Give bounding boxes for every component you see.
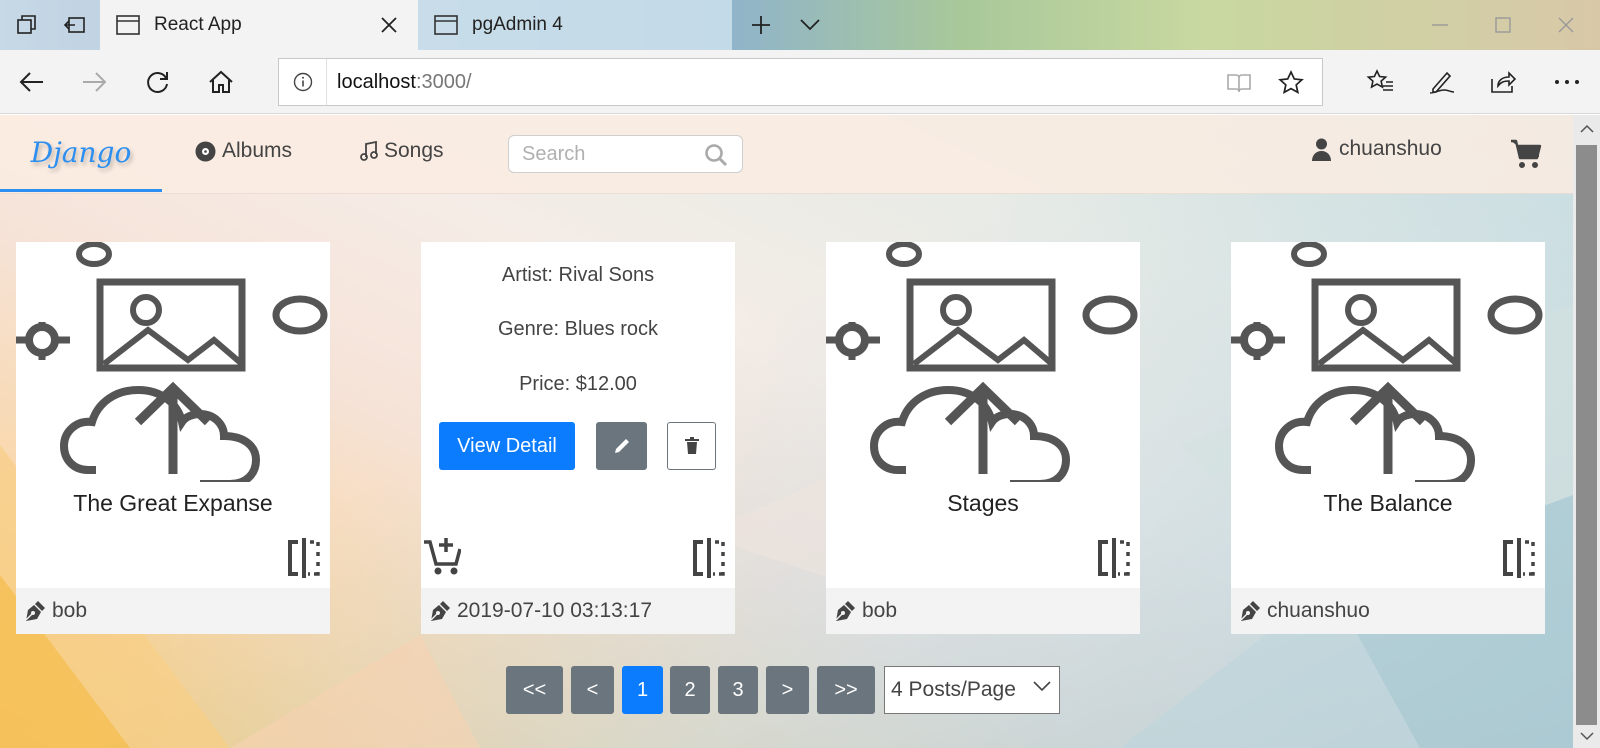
nav-songs-label: Songs: [384, 139, 444, 162]
pen-nib-icon: [1239, 600, 1261, 622]
nav-albums[interactable]: Albums: [195, 139, 292, 163]
search-box: [508, 135, 743, 173]
brand-logo[interactable]: Django: [0, 115, 162, 192]
brand-text: Django: [30, 135, 132, 169]
compare-icon[interactable]: [1501, 538, 1537, 578]
scroll-down-icon[interactable]: [1579, 729, 1594, 744]
url-path: :3000/: [415, 70, 472, 93]
chevron-down-icon: [1033, 681, 1051, 693]
nav-albums-label: Albums: [222, 139, 293, 162]
search-input[interactable]: [522, 142, 702, 166]
app-header: Django Albums Songs chuanshuo: [0, 115, 1573, 194]
search-icon[interactable]: [704, 143, 728, 167]
image-placeholder-icon: [826, 242, 1138, 482]
scroll-up-icon[interactable]: [1579, 121, 1594, 136]
album-title[interactable]: The Great Expanse: [16, 490, 330, 517]
prev-page-button[interactable]: <: [571, 666, 614, 714]
album-genre: Genre: Blues rock: [497, 318, 659, 340]
pen-notes-icon[interactable]: [1424, 64, 1460, 100]
tab-actions-icon[interactable]: [14, 12, 40, 38]
favorite-star-icon[interactable]: [1277, 69, 1305, 97]
tab-label: React App: [154, 14, 242, 35]
refresh-icon[interactable]: [140, 64, 176, 100]
browser-toolbar: localhost:3000/: [0, 50, 1600, 114]
scrollbar-thumb[interactable]: [1576, 145, 1597, 725]
delete-button[interactable]: [667, 422, 716, 470]
page-1-button[interactable]: 1: [622, 666, 663, 714]
album-title[interactable]: Stages: [826, 490, 1140, 517]
forward-arrow-icon[interactable]: [76, 64, 112, 100]
tab-pgadmin[interactable]: pgAdmin 4: [418, 0, 732, 50]
tab-preview-chevron-down-icon[interactable]: [797, 12, 823, 38]
user-menu[interactable]: chuanshuo: [1312, 137, 1442, 161]
new-tab-icon[interactable]: [748, 12, 774, 38]
username: chuanshuo: [1339, 137, 1442, 160]
per-page-value: 4 Posts/Page: [891, 678, 1016, 701]
first-page-button[interactable]: <<: [506, 666, 563, 714]
maximize-icon[interactable]: [1490, 12, 1516, 38]
page-2-button[interactable]: 2: [670, 666, 710, 714]
album-card[interactable]: Artist: Rival Sons Genre: Blues rock Pri…: [421, 242, 735, 634]
album-title[interactable]: The Balance: [1231, 490, 1545, 517]
url-host: localhost: [337, 70, 416, 93]
more-options-icon[interactable]: [1549, 64, 1585, 100]
album-artist: Artist: Rival Sons: [501, 264, 655, 286]
pen-nib-icon: [24, 600, 46, 622]
pen-nib-icon: [429, 600, 451, 622]
page-scrollbar[interactable]: [1573, 115, 1600, 748]
browser-titlebar: React App pgAdmin 4: [0, 0, 1600, 50]
album-card[interactable]: Stages bob: [826, 242, 1140, 634]
album-card[interactable]: The Great Expanse bob: [16, 242, 330, 634]
nav-songs[interactable]: Songs: [360, 139, 444, 163]
reading-view-icon[interactable]: [1225, 69, 1253, 97]
compare-icon[interactable]: [286, 538, 322, 578]
edit-button[interactable]: [596, 422, 647, 470]
image-placeholder-icon: [16, 242, 328, 482]
album-price: Price: $12.00: [519, 373, 637, 395]
url-text[interactable]: localhost:3000/: [327, 71, 472, 94]
card-author: bob: [862, 599, 898, 622]
card-footer: bob: [16, 588, 330, 634]
next-page-button[interactable]: >: [766, 666, 809, 714]
last-page-button[interactable]: >>: [817, 666, 875, 714]
card-author: chuanshuo: [1267, 599, 1370, 622]
pencil-icon: [613, 437, 631, 455]
site-info-icon[interactable]: [279, 59, 327, 105]
set-tabs-aside-icon[interactable]: [62, 12, 88, 38]
view-detail-button[interactable]: View Detail: [439, 422, 575, 470]
compare-icon[interactable]: [691, 538, 727, 578]
favorites-list-icon[interactable]: [1362, 64, 1398, 100]
page-icon: [116, 15, 140, 35]
disc-icon: [195, 141, 216, 162]
window-close-icon[interactable]: [1553, 12, 1579, 38]
tab-react-app[interactable]: React App: [100, 0, 418, 50]
page-3-button[interactable]: 3: [718, 666, 758, 714]
trash-icon: [684, 437, 700, 455]
add-to-cart-icon[interactable]: [423, 536, 461, 576]
card-footer: bob: [826, 588, 1140, 634]
compare-icon[interactable]: [1096, 538, 1132, 578]
card-author: bob: [52, 599, 88, 622]
card-footer: chuanshuo: [1231, 588, 1545, 634]
posts-per-page-select[interactable]: 4 Posts/Page: [884, 666, 1060, 714]
home-icon[interactable]: [203, 64, 239, 100]
share-icon[interactable]: [1485, 64, 1521, 100]
page-icon: [434, 15, 458, 35]
album-card[interactable]: The Balance chuanshuo: [1231, 242, 1545, 634]
pen-nib-icon: [834, 600, 856, 622]
cart-icon[interactable]: [1510, 139, 1542, 169]
back-arrow-icon[interactable]: [14, 64, 50, 100]
music-note-icon: [360, 141, 378, 161]
minimize-icon[interactable]: [1427, 12, 1453, 38]
card-timestamp: 2019-07-10 03:13:17: [457, 599, 652, 622]
image-placeholder-icon: [1231, 242, 1543, 482]
tab-label: pgAdmin 4: [472, 14, 563, 35]
user-icon: [1312, 138, 1331, 161]
close-icon[interactable]: [378, 14, 400, 36]
card-footer: 2019-07-10 03:13:17: [421, 588, 735, 634]
page-viewport: Django Albums Songs chuanshuo: [0, 115, 1573, 748]
address-bar[interactable]: localhost:3000/: [278, 58, 1323, 106]
